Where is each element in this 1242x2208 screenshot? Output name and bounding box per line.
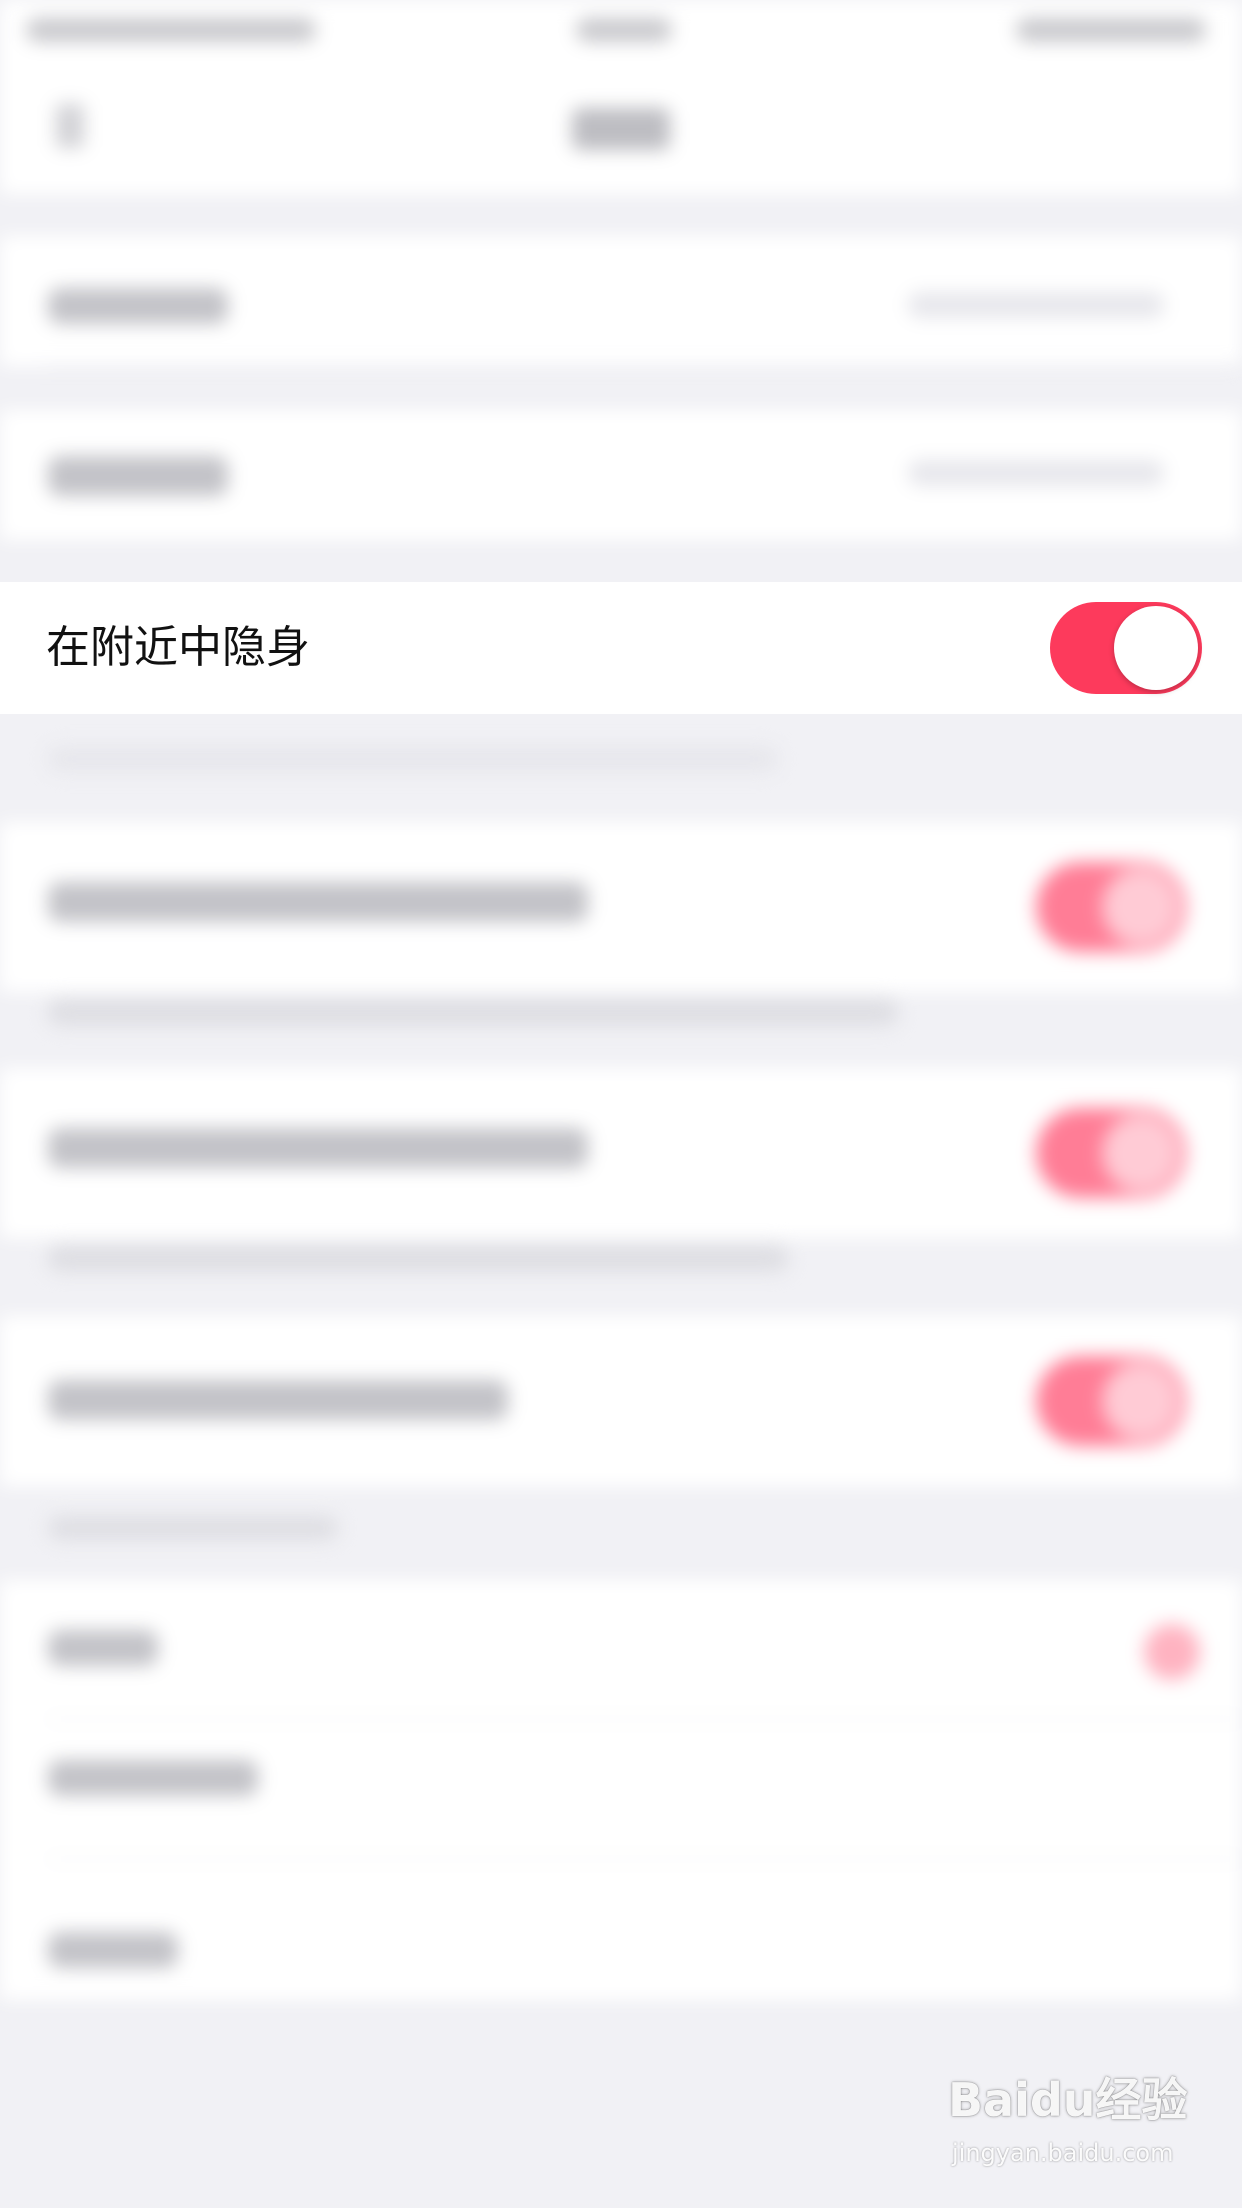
row-label-placeholder: [48, 1380, 508, 1420]
status-carrier-placeholder: [26, 18, 316, 42]
blurred-background: [0, 0, 1242, 2208]
row-footer-placeholder: [48, 998, 898, 1026]
invisible-nearby-row[interactable]: 在附近中隐身: [0, 582, 1242, 714]
row-label-placeholder: [48, 288, 228, 324]
row-label-placeholder: [48, 1128, 588, 1168]
toggle-switch[interactable]: [1036, 1108, 1186, 1198]
row-label-placeholder: [48, 1932, 178, 1968]
navigation-bar: [0, 64, 1242, 194]
row-label-placeholder: [48, 882, 588, 922]
status-battery-placeholder: [1016, 18, 1206, 42]
settings-row-toggle-3[interactable]: [0, 1316, 1242, 1486]
row-value-placeholder: [908, 292, 1164, 318]
settings-group-bottom: [0, 1580, 1242, 2000]
badge-dot: [1144, 1624, 1200, 1680]
toggle-knob: [1114, 606, 1198, 690]
invisible-nearby-label: 在附近中隐身: [46, 622, 310, 673]
row-divider: [48, 1718, 1242, 1720]
toggle-switch[interactable]: [1036, 862, 1186, 952]
settings-row-1[interactable]: [0, 236, 1242, 366]
row-value-placeholder: [908, 460, 1164, 486]
row-label-placeholder: [48, 1760, 258, 1796]
settings-row-toggle-2[interactable]: [0, 1068, 1242, 1238]
baidu-jingyan-watermark: Baidu经验 jingyan.baidu.com: [948, 2072, 1188, 2182]
nav-title-placeholder: [572, 108, 670, 150]
row-label-placeholder: [48, 1630, 158, 1666]
settings-row-2[interactable]: [0, 410, 1242, 540]
toggle-switch[interactable]: [1036, 1356, 1186, 1446]
row-label-placeholder: [48, 456, 228, 496]
watermark-url: jingyan.baidu.com: [952, 2139, 1174, 2167]
watermark-logo: Baidu经验: [948, 2073, 1188, 2127]
status-bar: [0, 0, 1242, 64]
settings-row-toggle-1[interactable]: [0, 822, 1242, 992]
row-divider: [48, 364, 1242, 366]
section-footer-placeholder: [48, 746, 778, 772]
invisible-nearby-toggle[interactable]: [1050, 602, 1202, 694]
row-divider: [48, 1858, 1242, 1860]
status-time-placeholder: [576, 18, 672, 42]
back-icon[interactable]: [56, 104, 84, 148]
row-footer-placeholder: [48, 1244, 788, 1272]
section-header-placeholder: [48, 1516, 338, 1540]
